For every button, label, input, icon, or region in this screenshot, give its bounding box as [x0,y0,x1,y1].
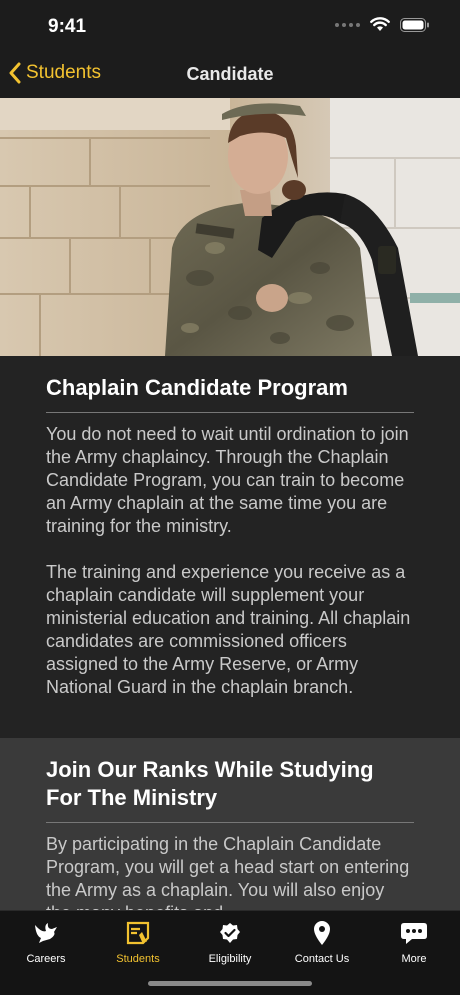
tab-bar: Careers Students Eligibility Contact Us … [0,910,460,995]
section-title: Join Our Ranks While Studying For The Mi… [46,756,414,823]
certificate-icon [126,921,150,945]
join-our-ranks-section: Join Our Ranks While Studying For The Mi… [0,738,460,910]
hero-image [0,98,460,356]
section-paragraph: The training and experience you receive … [46,562,411,697]
battery-icon [400,17,429,32]
tab-more[interactable]: More [368,919,460,965]
status-bar: 9:41 [0,0,460,50]
tab-contact-us[interactable]: Contact Us [276,919,368,965]
section-title: Chaplain Candidate Program [46,374,414,413]
section-paragraph: You do not need to wait until ordination… [46,424,409,536]
navigation-bar: Students Candidate [0,50,460,98]
tab-label: Students [116,953,160,965]
chaplain-candidate-section: Chaplain Candidate Program You do not ne… [0,356,460,738]
section-body: You do not need to wait until ordination… [46,423,414,699]
status-time: 9:41 [48,16,87,37]
section-paragraph: By participating in the Chaplain Candida… [46,834,410,910]
dove-icon [35,923,57,943]
tab-label: Eligibility [208,953,252,965]
tab-eligibility[interactable]: Eligibility [184,919,276,965]
tab-label: More [401,953,427,965]
back-button-label: Students [26,62,101,83]
tab-careers[interactable]: Careers [0,919,92,965]
chevron-left-icon [9,62,21,84]
tab-students[interactable]: Students [92,919,184,965]
wifi-icon [370,17,390,31]
soldier-photo [0,98,460,356]
chat-dots-icon [401,923,427,944]
tab-label: Careers [26,953,66,965]
location-pin-icon [314,921,330,945]
cellular-signal-icon [335,22,360,27]
status-icons [335,17,430,32]
checkmark-badge-icon [220,923,240,943]
section-body: By participating in the Chaplain Candida… [46,833,414,910]
tab-label: Contact Us [294,953,350,965]
back-button[interactable]: Students [8,62,101,84]
home-indicator[interactable] [148,981,312,986]
